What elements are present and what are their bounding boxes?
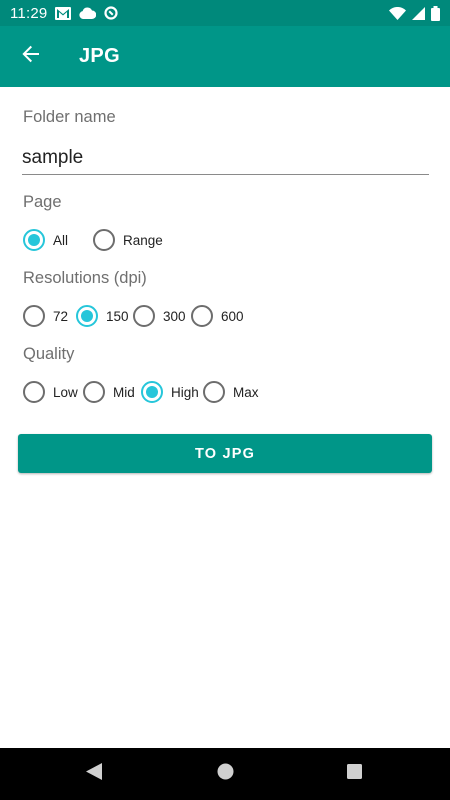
radio-button[interactable] [203, 381, 225, 403]
nav-back-button[interactable] [74, 754, 114, 794]
resolution-option-72[interactable]: 72 [23, 305, 76, 327]
page-label: Page [23, 193, 62, 211]
folder-name-field [22, 143, 429, 175]
gmail-icon [55, 6, 72, 20]
radio-button[interactable] [141, 381, 163, 403]
arrow-back-icon [22, 45, 40, 68]
nav-home-button[interactable] [205, 754, 245, 794]
status-time: 11:29 [10, 4, 48, 22]
data-saver-icon [104, 6, 119, 20]
quality-radio-group: Low Mid High Max [23, 379, 259, 405]
resolution-radio-group: 72 150 300 600 [23, 303, 244, 329]
radio-button[interactable] [191, 305, 213, 327]
radio-label: Max [233, 384, 259, 400]
resolution-option-150[interactable]: 150 [76, 305, 133, 327]
radio-label: Mid [113, 384, 135, 400]
back-triangle-icon [86, 763, 102, 785]
page-radio-group: All Range [23, 227, 163, 253]
nav-recents-button[interactable] [334, 754, 374, 794]
radio-button[interactable] [93, 229, 115, 251]
radio-label: 600 [221, 308, 244, 324]
resolution-option-600[interactable]: 600 [191, 305, 244, 327]
radio-label: High [171, 384, 199, 400]
back-button[interactable] [0, 26, 62, 87]
app-bar: JPG [0, 26, 450, 87]
status-bar: 11:29 [0, 0, 450, 26]
resolution-option-300[interactable]: 300 [133, 305, 191, 327]
radio-button[interactable] [23, 229, 45, 251]
status-left: 11:29 [10, 4, 119, 22]
recents-square-icon [346, 764, 362, 784]
radio-button[interactable] [23, 305, 45, 327]
folder-name-input[interactable] [22, 143, 429, 173]
cloud-icon [79, 7, 97, 19]
status-right [389, 5, 440, 21]
radio-label: Low [53, 384, 78, 400]
to-jpg-button[interactable]: TO JPG [18, 434, 432, 473]
resolutions-label: Resolutions (dpi) [23, 269, 147, 287]
quality-option-max[interactable]: Max [203, 381, 259, 403]
quality-option-low[interactable]: Low [23, 381, 83, 403]
radio-button[interactable] [83, 381, 105, 403]
radio-label: 150 [106, 308, 129, 324]
home-circle-icon [217, 763, 234, 785]
navigation-bar [0, 748, 450, 800]
wifi-icon [389, 6, 406, 20]
page-option-range[interactable]: Range [93, 229, 163, 251]
page-title: JPG [79, 45, 120, 67]
signal-icon [412, 6, 425, 20]
radio-button[interactable] [133, 305, 155, 327]
quality-label: Quality [23, 345, 75, 363]
quality-option-mid[interactable]: Mid [83, 381, 141, 403]
page-option-all[interactable]: All [23, 229, 93, 251]
radio-button[interactable] [23, 381, 45, 403]
battery-icon [431, 5, 440, 21]
folder-name-label: Folder name [23, 108, 116, 126]
radio-button[interactable] [76, 305, 98, 327]
radio-label: 300 [163, 308, 186, 324]
quality-option-high[interactable]: High [141, 381, 203, 403]
radio-label: 72 [53, 308, 69, 324]
radio-label: Range [123, 232, 163, 248]
radio-label: All [53, 232, 69, 248]
